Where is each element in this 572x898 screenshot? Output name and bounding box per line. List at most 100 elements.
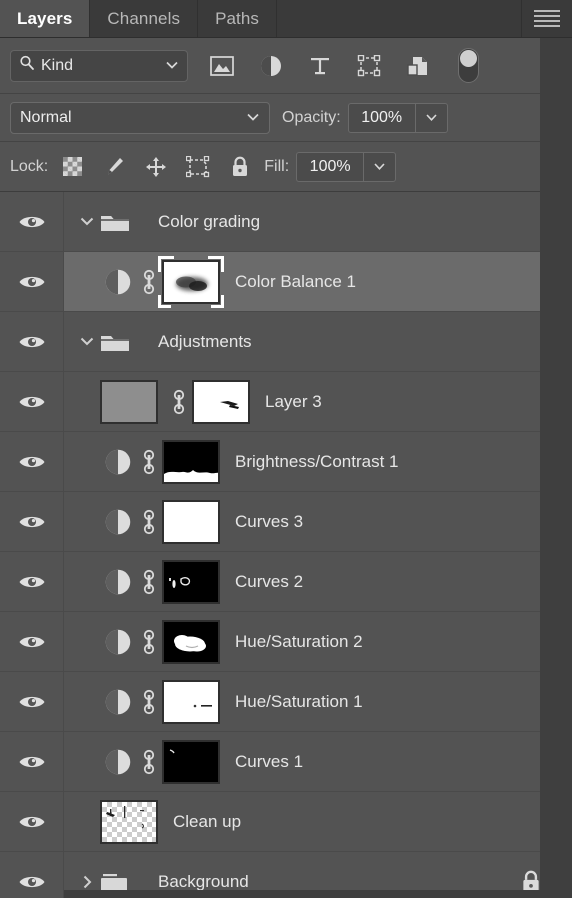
layer-mask-thumbnail[interactable] [162,499,220,544]
layer-mask-thumbnail[interactable] [162,619,220,664]
layer-row-body[interactable]: Clean up [64,792,572,851]
layer-name[interactable]: Clean up [173,812,241,832]
link-mask-icon[interactable] [136,269,162,295]
layer-row-body[interactable]: Hue/Saturation 1 [64,672,572,731]
fill-value[interactable]: 100% [297,153,363,181]
layer-name[interactable]: Adjustments [158,332,252,352]
panel-menu-button[interactable] [522,0,572,37]
layer-row-body[interactable]: Curves 1 [64,732,572,791]
adjustment-half-circle-icon[interactable] [100,448,136,476]
layer-name[interactable]: Curves 3 [235,512,303,532]
link-mask-icon[interactable] [136,749,162,775]
layer-mask-thumbnail[interactable] [162,559,220,604]
layer-row-body[interactable]: Color Balance 1 [64,252,572,311]
layer-row-body[interactable]: Adjustments [64,312,572,371]
link-mask-icon[interactable] [136,509,162,535]
layer-name[interactable]: Layer 3 [265,392,322,412]
adjustment-half-circle-icon[interactable] [100,628,136,656]
table-row[interactable]: Color Balance 1 [0,252,572,312]
group-disclosure-triangle[interactable] [74,874,100,890]
lock-all-padlock-icon[interactable] [228,155,252,179]
layer-row-body[interactable]: Curves 2 [64,552,572,611]
layer-visibility-toggle[interactable] [0,612,64,671]
layer-name[interactable]: Color Balance 1 [235,272,356,292]
table-row[interactable]: Curves 2 [0,552,572,612]
link-mask-icon[interactable] [166,389,192,415]
filter-kind-dropdown[interactable]: Kind [10,49,188,82]
lock-image-pixels-brush-icon[interactable] [102,155,126,179]
filter-enable-toggle[interactable] [458,48,479,83]
layer-name[interactable]: Color grading [158,212,260,232]
group-disclosure-triangle[interactable] [74,336,100,347]
layer-mask-thumbnail[interactable] [162,439,220,484]
layer-visibility-toggle[interactable] [0,852,64,898]
layer-row-body[interactable]: Curves 3 [64,492,572,551]
opacity-value[interactable]: 100% [349,104,415,132]
table-row[interactable]: Color grading [0,192,572,252]
layer-row-body[interactable]: Layer 3 [64,372,572,431]
layer-mask-thumbnail[interactable] [158,255,224,308]
layer-name[interactable]: Background [158,872,249,892]
table-row[interactable]: Hue/Saturation 1 [0,672,572,732]
layer-row-body[interactable]: Hue/Saturation 2 [64,612,572,671]
layer-name[interactable]: Curves 1 [235,752,303,772]
layer-name[interactable]: Hue/Saturation 2 [235,632,363,652]
table-row[interactable]: Curves 1 [0,732,572,792]
filter-adjustment-layers-icon[interactable] [258,53,284,79]
layer-name[interactable]: Brightness/Contrast 1 [235,452,398,472]
tab-channels[interactable]: Channels [90,0,199,37]
layer-visibility-toggle[interactable] [0,732,64,791]
layer-name[interactable]: Curves 2 [235,572,303,592]
filter-shape-layers-icon[interactable] [356,53,382,79]
filter-smart-object-layers-icon[interactable] [405,53,431,79]
layer-visibility-toggle[interactable] [0,312,64,371]
link-mask-icon[interactable] [136,449,162,475]
table-row[interactable]: Clean up [0,792,572,852]
table-row[interactable]: Brightness/Contrast 1 [0,432,572,492]
tab-layers[interactable]: Layers [0,0,91,37]
adjustment-half-circle-icon[interactable] [100,748,136,776]
layer-visibility-toggle[interactable] [0,252,64,311]
chevron-down-icon [246,109,260,127]
table-row[interactable]: Adjustments [0,312,572,372]
adjustment-half-circle-icon[interactable] [100,508,136,536]
adjustment-half-circle-icon[interactable] [100,568,136,596]
layer-thumbnail[interactable] [100,379,158,424]
layer-visibility-toggle[interactable] [0,672,64,731]
layer-visibility-toggle[interactable] [0,492,64,551]
layer-visibility-toggle[interactable] [0,792,64,851]
opacity-dropdown-arrow[interactable] [414,103,447,132]
filter-pixel-layers-icon[interactable] [209,53,235,79]
layer-visibility-toggle[interactable] [0,432,64,491]
layer-thumbnail[interactable] [100,799,158,844]
layer-mask-thumbnail[interactable] [192,379,250,424]
opacity-field[interactable]: 100% [347,102,448,133]
layer-row-body[interactable]: Color grading [64,192,572,251]
filter-type-layers-icon[interactable] [307,53,333,79]
table-row[interactable]: Hue/Saturation 2 [0,612,572,672]
layer-visibility-toggle[interactable] [0,192,64,251]
lock-artboard-nesting-icon[interactable] [186,155,210,179]
layer-mask-thumbnail[interactable] [162,739,220,784]
lock-position-move-icon[interactable] [144,155,168,179]
table-row[interactable]: Curves 3 [0,492,572,552]
layer-mask-thumbnail[interactable] [162,679,220,724]
layer-list[interactable]: Color grading Color Balance 1 Adjustment… [0,192,572,898]
layer-row-body[interactable]: Brightness/Contrast 1 [64,432,572,491]
link-mask-icon[interactable] [136,569,162,595]
search-icon [19,55,35,76]
layer-name[interactable]: Hue/Saturation 1 [235,692,363,712]
tab-paths[interactable]: Paths [198,0,278,37]
fill-field[interactable]: 100% [296,151,397,182]
link-mask-icon[interactable] [136,689,162,715]
adjustment-half-circle-icon[interactable] [100,268,136,296]
fill-dropdown-arrow[interactable] [363,152,395,181]
lock-transparent-pixels-icon[interactable] [60,155,84,179]
link-mask-icon[interactable] [136,629,162,655]
group-disclosure-triangle[interactable] [74,216,100,227]
adjustment-half-circle-icon[interactable] [100,688,136,716]
table-row[interactable]: Layer 3 [0,372,572,432]
layer-visibility-toggle[interactable] [0,372,64,431]
blend-mode-dropdown[interactable]: Normal [10,101,270,134]
layer-visibility-toggle[interactable] [0,552,64,611]
